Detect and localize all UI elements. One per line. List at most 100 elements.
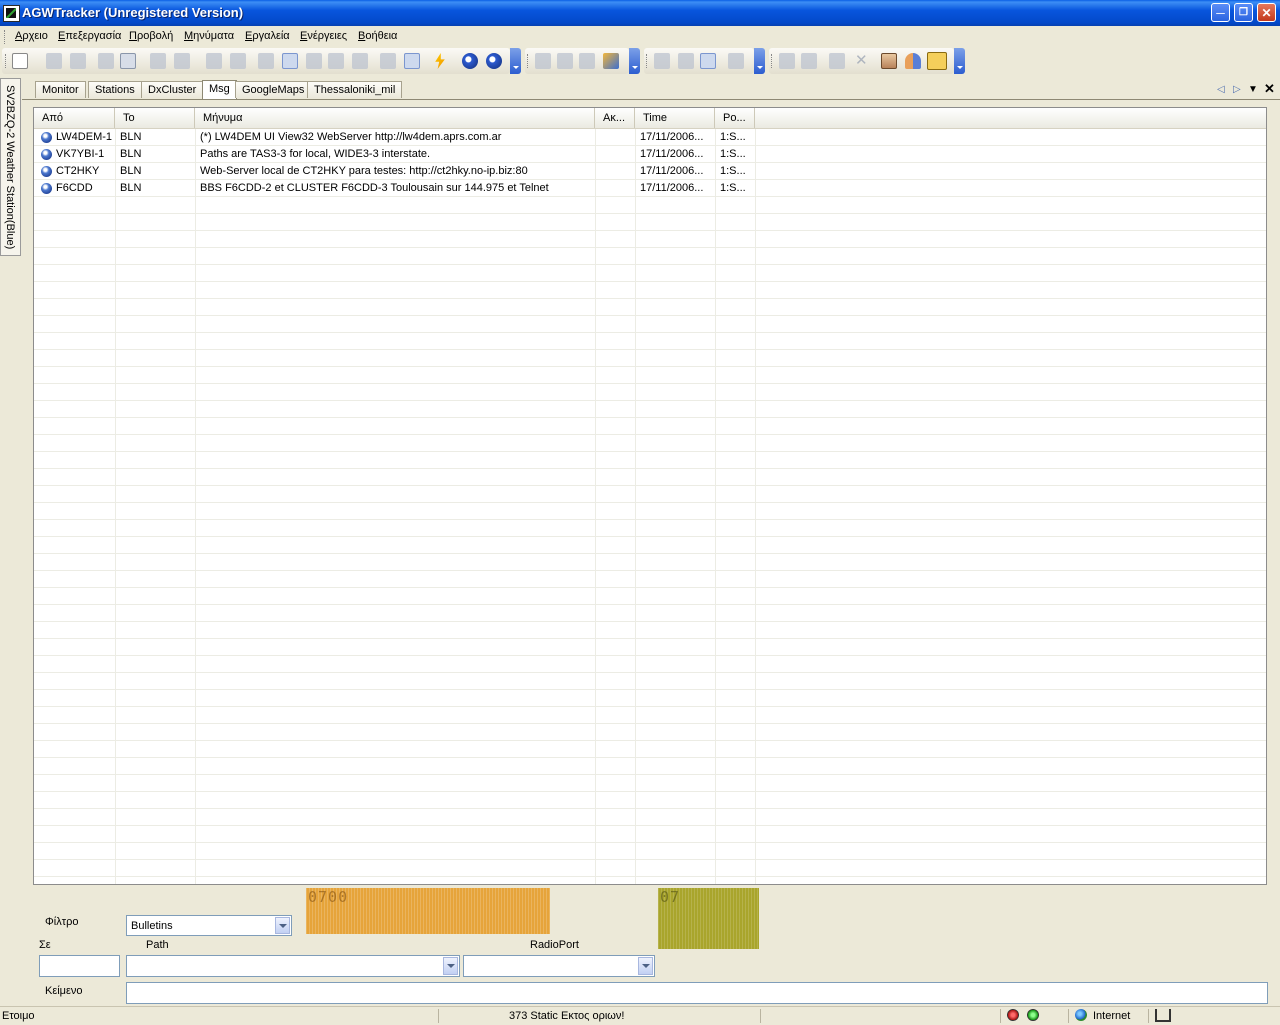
chevron-down-icon[interactable] [443, 957, 458, 975]
contacts-icon[interactable] [905, 53, 921, 69]
status-divider [438, 1009, 439, 1023]
tab-thessaloniki-mil[interactable]: Thessaloniki_mil [307, 81, 403, 98]
tab-scroll-right-icon[interactable]: ▷ [1233, 84, 1241, 95]
toolbar-main-overflow[interactable] [510, 48, 521, 74]
toolbar-grip[interactable] [527, 54, 531, 68]
menu-messages[interactable]: Μηνύματα [184, 30, 234, 42]
menu-grip[interactable] [4, 30, 8, 44]
measure-icon[interactable] [352, 53, 368, 69]
delete-icon[interactable]: ✕ [853, 52, 869, 69]
zoom-find-icon[interactable] [328, 53, 344, 69]
list-body[interactable] [34, 129, 1266, 884]
save-icon[interactable] [70, 53, 86, 69]
tab-scroll-left-icon[interactable]: ◁ [1217, 84, 1225, 95]
menu-actions[interactable]: Ενέργειες [300, 30, 347, 42]
message-list-icon[interactable] [927, 52, 947, 70]
pan-icon[interactable] [206, 53, 222, 69]
tab-close-icon[interactable]: ✕ [1264, 81, 1275, 97]
new-file-icon[interactable] [12, 53, 28, 69]
digital-display-secondary-text: 07 [660, 888, 681, 906]
column-port[interactable]: Po... [715, 108, 755, 128]
tab-msg[interactable]: Msg [202, 80, 237, 99]
properties-icon[interactable] [603, 53, 619, 69]
cell-message: (*) LW4DEM UI View32 WebServer http://lw… [200, 131, 502, 143]
cell-from: VK7YBI-1 [56, 148, 105, 160]
list-item[interactable]: F6CDD BLN BBS F6CDD-2 et CLUSTER F6CDD-3… [34, 180, 1266, 197]
toolbar-view-overflow[interactable] [754, 48, 765, 74]
list-header: Από To Μήνυμα Ακ... Time Po... [34, 108, 1266, 129]
column-ack[interactable]: Ακ... [595, 108, 635, 128]
copy-icon[interactable] [557, 53, 573, 69]
paste-icon[interactable] [579, 53, 595, 69]
panel-icon[interactable] [700, 53, 716, 69]
map-select-icon[interactable] [282, 53, 298, 69]
toolbar-grip[interactable] [5, 54, 9, 68]
info-icon[interactable] [462, 53, 478, 69]
station-side-tab[interactable]: SV2BZQ-2 Weather Station(Blue) [0, 78, 21, 256]
list-item[interactable]: LW4DEM-1 BLN (*) LW4DEM UI View32 WebSer… [34, 129, 1266, 146]
menu-view[interactable]: Προβολή [129, 30, 173, 42]
lightning-icon[interactable] [435, 53, 445, 69]
zoom-out-icon[interactable] [174, 53, 190, 69]
cut-icon[interactable] [535, 53, 551, 69]
tab-dxcluster[interactable]: DxCluster [141, 81, 204, 98]
digital-display-secondary: 07 [658, 888, 759, 949]
print-icon[interactable] [98, 53, 114, 69]
refresh-icon[interactable] [728, 53, 744, 69]
app-icon[interactable] [3, 5, 20, 22]
toolbar-grip[interactable] [771, 54, 775, 68]
toolbar-edit-overflow[interactable] [629, 48, 640, 74]
close-button[interactable]: ✕ [1257, 3, 1276, 22]
tab-monitor[interactable]: Monitor [35, 81, 86, 98]
toolbar-messages-overflow[interactable] [954, 48, 965, 74]
menu-file[interactable]: Αρχειο [15, 30, 48, 42]
toolbar-view [644, 48, 754, 74]
zoom-extents-icon[interactable] [230, 53, 246, 69]
print-preview-icon[interactable] [120, 53, 136, 69]
column-divider [755, 129, 756, 884]
ruler-icon[interactable] [404, 53, 420, 69]
menu-tools[interactable]: Εργαλεία [245, 30, 290, 42]
help-icon[interactable] [486, 53, 502, 69]
restore-button[interactable]: ❐ [1234, 3, 1253, 22]
tab-list-icon[interactable]: ▼ [1248, 84, 1258, 95]
list-item[interactable]: VK7YBI-1 BLN Paths are TAS3-3 for local,… [34, 146, 1266, 163]
column-time[interactable]: Time [635, 108, 715, 128]
zoom-in-icon[interactable] [150, 53, 166, 69]
window-icon[interactable] [678, 53, 694, 69]
column-message[interactable]: Μήνυμα [195, 108, 595, 128]
contact-icon[interactable] [881, 53, 897, 69]
menu-edit[interactable]: Επεξεργασία [58, 30, 121, 42]
to-input[interactable] [39, 955, 120, 977]
chevron-down-icon[interactable] [275, 917, 290, 934]
column-to[interactable]: To [115, 108, 195, 128]
message-text-input[interactable] [126, 982, 1268, 1004]
chevron-down-icon[interactable] [638, 957, 653, 975]
zoom-window-icon[interactable] [306, 53, 322, 69]
open-folder-icon[interactable] [46, 53, 62, 69]
tab-strip-border [22, 99, 1280, 100]
reply-all-icon[interactable] [801, 53, 817, 69]
radioport-select[interactable] [463, 955, 655, 977]
grid-view-icon[interactable] [654, 53, 670, 69]
filter-select[interactable]: Bulletins [126, 915, 292, 936]
tab-googlemaps[interactable]: GoogleMaps [235, 81, 312, 98]
reply-icon[interactable] [779, 53, 795, 69]
status-divider [1000, 1009, 1001, 1023]
forward-icon[interactable] [829, 53, 845, 69]
message-list[interactable]: Από To Μήνυμα Ακ... Time Po... LW4DEM-1 … [33, 107, 1267, 885]
status-divider [1148, 1009, 1149, 1023]
globe-grid-icon[interactable] [380, 53, 396, 69]
minimize-button[interactable]: ─ [1211, 3, 1230, 22]
message-icon [41, 166, 52, 177]
toolbar-grip[interactable] [646, 54, 650, 68]
title-bar[interactable]: AGWTracker (Unregistered Version) ─ ❐ ✕ [0, 0, 1280, 26]
layer-icon[interactable] [258, 53, 274, 69]
cell-to: BLN [120, 131, 142, 143]
path-select[interactable] [126, 955, 460, 977]
message-icon [41, 149, 52, 160]
menu-help[interactable]: Βοήθεια [358, 30, 397, 42]
column-from[interactable]: Από [34, 108, 115, 128]
list-item[interactable]: CT2HKY BLN Web-Server local de CT2HKY pa… [34, 163, 1266, 180]
tab-stations[interactable]: Stations [88, 81, 142, 98]
